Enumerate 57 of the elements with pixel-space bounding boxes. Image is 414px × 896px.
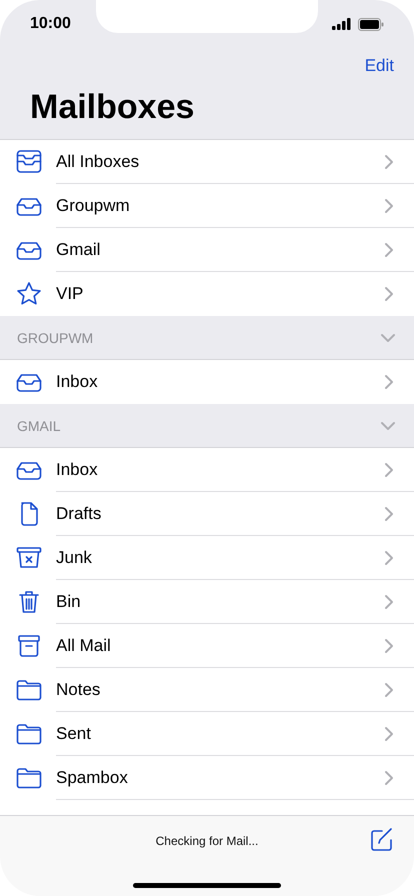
mailbox-label: Inbox bbox=[56, 372, 98, 392]
mailbox-row[interactable]: Gmail bbox=[0, 228, 414, 272]
mailbox-label: Bin bbox=[56, 592, 81, 612]
mailbox-label: VIP bbox=[56, 284, 84, 304]
folder-icon bbox=[16, 677, 42, 703]
sync-status: Checking for Mail... bbox=[156, 834, 258, 850]
junk-bin-icon bbox=[16, 545, 42, 571]
mailbox-row[interactable]: Groupwm bbox=[0, 184, 414, 228]
signal-icon bbox=[332, 18, 352, 30]
compose-icon bbox=[370, 828, 394, 852]
mailbox-label: Inbox bbox=[56, 460, 98, 480]
chevron-right-icon bbox=[384, 726, 394, 742]
mailbox-label: Junk bbox=[56, 548, 92, 568]
chevron-right-icon bbox=[384, 550, 394, 566]
chevron-right-icon bbox=[384, 506, 394, 522]
section-title: GROUPWM bbox=[17, 330, 94, 346]
folder-icon bbox=[16, 721, 42, 747]
chevron-right-icon bbox=[384, 682, 394, 698]
mailbox-label: All Inboxes bbox=[56, 152, 140, 172]
mailbox-label: Gmail bbox=[56, 240, 100, 260]
page-title: Mailboxes bbox=[30, 88, 196, 127]
mailbox-row[interactable]: Spambox bbox=[0, 756, 414, 800]
folder-icon bbox=[16, 765, 42, 791]
chevron-right-icon bbox=[384, 198, 394, 214]
edit-link[interactable]: Edit bbox=[364, 56, 394, 82]
mailbox-row[interactable]: VIP bbox=[0, 272, 414, 316]
archive-box-icon bbox=[16, 633, 42, 659]
mailbox-label: Sent bbox=[56, 724, 91, 744]
chevron-right-icon bbox=[384, 374, 394, 390]
mailbox-label: Groupwm bbox=[56, 196, 130, 216]
mailbox-row[interactable]: Notes bbox=[0, 668, 414, 712]
section-title: GMAIL bbox=[17, 418, 61, 434]
mailbox-row[interactable]: Bin bbox=[0, 580, 414, 624]
mailbox-label: Notes bbox=[56, 680, 100, 700]
star-icon bbox=[16, 281, 42, 307]
battery-icon bbox=[358, 18, 384, 30]
chevron-right-icon bbox=[384, 638, 394, 654]
mailbox-row[interactable]: All Inboxes bbox=[0, 140, 414, 184]
status-time: 10:00 bbox=[30, 15, 71, 33]
mailbox-label: Drafts bbox=[56, 504, 102, 524]
chevron-right-icon bbox=[384, 286, 394, 302]
chevron-right-icon bbox=[384, 462, 394, 478]
mailbox-row[interactable]: Inbox bbox=[0, 448, 414, 492]
mailbox-row[interactable]: Sent bbox=[0, 712, 414, 756]
mailbox-label: Spambox bbox=[56, 768, 128, 788]
mailbox-row[interactable]: All Mail bbox=[0, 624, 414, 668]
chevron-down-icon bbox=[380, 332, 396, 342]
inboxes-icon bbox=[16, 149, 42, 175]
chevron-right-icon bbox=[384, 154, 394, 170]
mailbox-row[interactable]: Drafts bbox=[0, 492, 414, 536]
chevron-down-icon bbox=[380, 420, 396, 430]
mailbox-row[interactable]: Inbox bbox=[0, 360, 414, 404]
mailbox-label: All Mail bbox=[56, 636, 111, 656]
mailbox-row[interactable]: Junk bbox=[0, 536, 414, 580]
chevron-right-icon bbox=[384, 242, 394, 258]
chevron-right-icon bbox=[384, 770, 394, 786]
chevron-right-icon bbox=[384, 594, 394, 610]
